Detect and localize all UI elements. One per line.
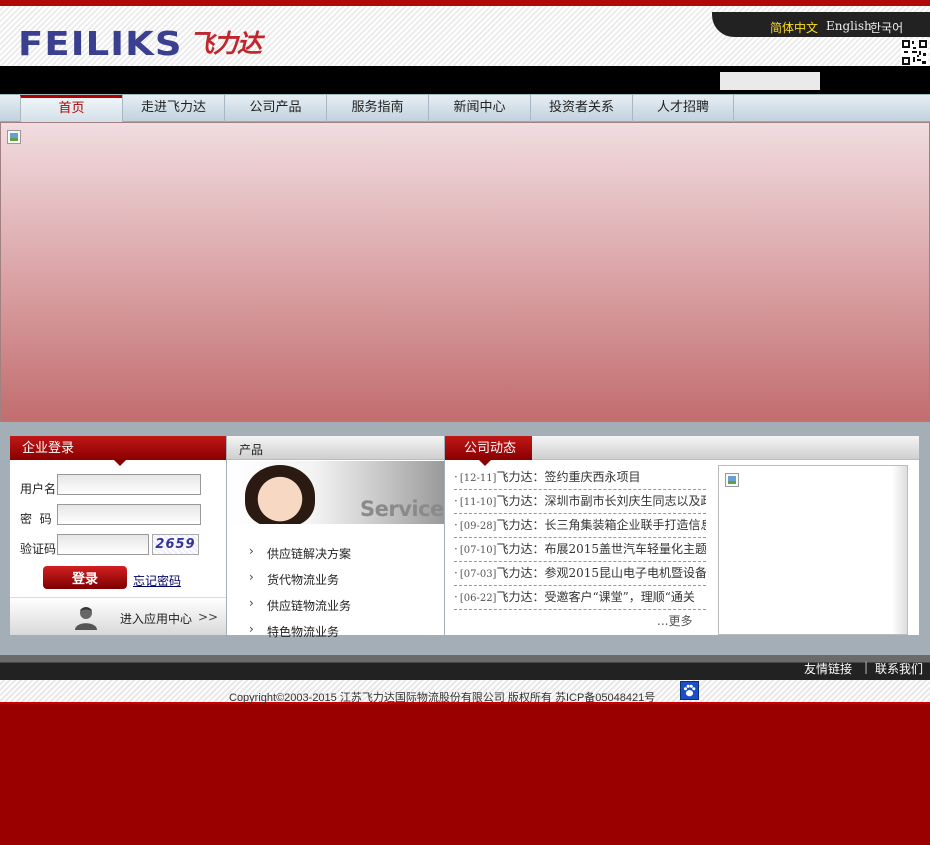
logo-chinese-text: 飞力达 (189, 29, 262, 58)
news-title: 飞力达：长三角集装箱企业联手打造信息 (496, 518, 706, 532)
news-date: [07-10] (459, 545, 497, 556)
news-date: [06-22] (459, 593, 497, 604)
product-panel-header: 产品 (227, 436, 444, 460)
username-input[interactable] (57, 474, 201, 495)
news-more-link[interactable]: ...更多 (657, 612, 692, 629)
language-en-link[interactable]: English (826, 19, 872, 33)
broken-image-icon (725, 473, 739, 487)
news-date: [11-10] (459, 497, 497, 508)
product-panel-title: 产品 (239, 443, 264, 457)
enterprise-login-panel: 企业登录 用户名 密 码 验证码 2659 登录 忘记密码 进入应用中心 >> (10, 436, 226, 635)
news-item[interactable]: · [07-03]飞力达：参观2015昆山电子电机暨设备博 (454, 562, 706, 586)
hero-banner (0, 122, 930, 422)
product-item[interactable]: 货代物流业务 (249, 570, 340, 588)
friendly-links-link[interactable]: 友情链接 (804, 660, 852, 677)
logo-latin-text: FEILIKS (18, 24, 183, 63)
search-input[interactable] (720, 72, 820, 90)
forgot-password-link[interactable]: 忘记密码 (133, 572, 181, 589)
service-banner-image: Service (227, 461, 444, 524)
product-item-label: 特色物流业务 (267, 625, 340, 639)
footer-separator: | (864, 660, 869, 674)
main-navigation: 首页 走进飞力达 公司产品 服务指南 新闻中心 投资者关系 人才招聘 (0, 94, 930, 122)
qr-code-icon[interactable] (901, 39, 928, 66)
news-date: [07-03] (459, 569, 497, 580)
user-avatar-icon (75, 607, 97, 630)
news-title: 飞力达：深圳市副市长刘庆生同志以及政 (496, 494, 706, 508)
contact-us-link[interactable]: 联系我们 (875, 660, 923, 677)
news-side-image-frame (718, 465, 908, 635)
language-zh-link[interactable]: 简体中文 (770, 19, 818, 36)
nav-item-news[interactable]: 新闻中心 (428, 95, 530, 122)
site-header: FEILIKS 飞力达 简体中文 English 한국어 (0, 6, 930, 66)
news-panel-header: 公司动态 (445, 436, 919, 466)
product-item[interactable]: 供应链解决方案 (249, 544, 352, 562)
bullet-icon: · (454, 542, 458, 556)
nav-item-about[interactable]: 走进飞力达 (122, 95, 224, 122)
product-item-label: 供应链解决方案 (267, 547, 352, 561)
captcha-label: 验证码 (20, 542, 57, 556)
bullet-icon: · (454, 494, 458, 508)
language-ko-link[interactable]: 한국어 (870, 19, 903, 36)
news-date: [09-28] (459, 521, 497, 532)
news-title: 飞力达：受邀客户“课堂”，理顺“通关 (496, 590, 695, 604)
nav-item-service-guide[interactable]: 服务指南 (326, 95, 428, 122)
broken-image-icon (7, 130, 21, 144)
news-title: 飞力达：参观2015昆山电子电机暨设备博 (496, 566, 706, 580)
product-panel: 产品 Service 供应链解决方案 货代物流业务 供应链物流业务 特色物流业务 (227, 436, 444, 639)
nav-item-home[interactable]: 首页 (20, 95, 122, 122)
news-panel-title: 公司动态 (445, 436, 532, 466)
company-news-panel: 公司动态 · [12-11]飞力达：签约重庆西永项目 · [11-10]飞力达：深圳… (445, 436, 919, 635)
news-title: 飞力达：签约重庆西永项目 (496, 470, 641, 484)
product-item[interactable]: 特色物流业务 (249, 622, 340, 640)
password-label: 密 码 (20, 512, 52, 526)
password-input[interactable] (57, 504, 201, 525)
news-item[interactable]: · [12-11]飞力达：签约重庆西永项目 (454, 466, 706, 490)
service-banner-word: Service (360, 497, 444, 521)
customer-service-agent-image (245, 465, 315, 524)
product-item-label: 货代物流业务 (267, 573, 340, 587)
captcha-image[interactable]: 2659 (152, 534, 199, 555)
nav-item-investors[interactable]: 投资者关系 (530, 95, 632, 122)
search-bar-strip (0, 66, 930, 94)
app-center-link[interactable]: 进入应用中心 >> (10, 597, 226, 635)
login-panel-header: 企业登录 (10, 436, 226, 466)
app-center-label: 进入应用中心 (120, 612, 193, 626)
bullet-icon: · (454, 590, 458, 604)
username-label: 用户名 (20, 482, 57, 496)
copyright-strip: Copyright©2003-2015 江苏飞力达国际物流股份有限公司 版权所有… (0, 680, 930, 704)
bullet-icon: · (454, 566, 458, 580)
baidu-paw-icon[interactable] (680, 681, 699, 700)
news-item[interactable]: · [09-28]飞力达：长三角集装箱企业联手打造信息 (454, 514, 706, 538)
captcha-input[interactable] (57, 534, 149, 555)
copyright-text: Copyright©2003-2015 江苏飞力达国际物流股份有限公司 版权所有… (229, 692, 656, 704)
login-button[interactable]: 登录 (43, 566, 127, 589)
product-item[interactable]: 供应链物流业务 (249, 596, 352, 614)
news-item[interactable]: · [07-10]飞力达：布展2015盖世汽车轻量化主题会 (454, 538, 706, 562)
bullet-icon: · (454, 518, 458, 532)
news-item[interactable]: · [06-22]飞力达：受邀客户“课堂”，理顺“通关 (454, 586, 706, 610)
nav-item-careers[interactable]: 人才招聘 (632, 95, 734, 122)
content-area: 企业登录 用户名 密 码 验证码 2659 登录 忘记密码 进入应用中心 >> … (0, 422, 930, 655)
double-chevron-right-icon: >> (198, 610, 219, 624)
news-item[interactable]: · [11-10]飞力达：深圳市副市长刘庆生同志以及政 (454, 490, 706, 514)
feiliks-logo[interactable]: FEILIKS 飞力达 (18, 24, 262, 63)
news-title: 飞力达：布展2015盖世汽车轻量化主题会 (496, 542, 706, 556)
product-item-label: 供应链物流业务 (267, 599, 352, 613)
login-panel-title: 企业登录 (10, 436, 226, 466)
bullet-icon: · (454, 470, 458, 484)
news-date: [12-11] (459, 473, 497, 484)
footer-bar: 友情链接 | 联系我们 (0, 655, 930, 680)
nav-item-products[interactable]: 公司产品 (224, 95, 326, 122)
